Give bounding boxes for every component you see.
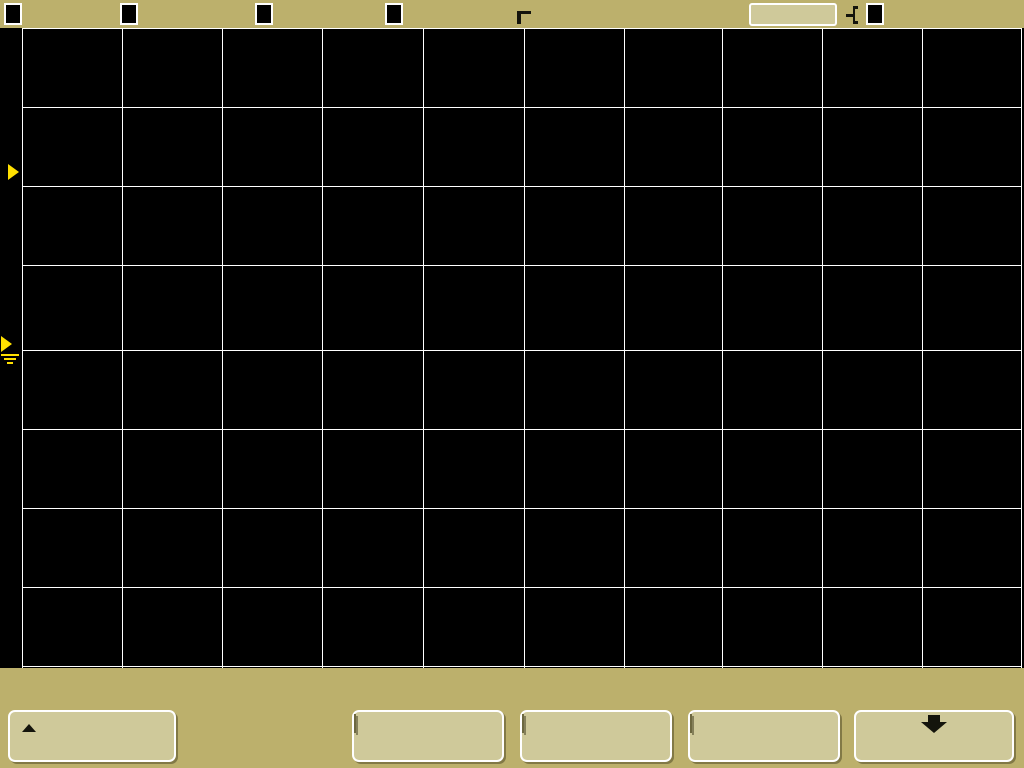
channel-2-badge[interactable]	[120, 3, 138, 25]
rising-edge-icon[interactable]	[845, 6, 859, 24]
softkey-bw-limit[interactable]	[352, 710, 504, 762]
channel-3-badge[interactable]	[255, 3, 273, 25]
softkey-probe[interactable]	[854, 710, 1014, 762]
delay-readout[interactable]	[551, 3, 560, 25]
down-arrow-icon	[919, 715, 949, 733]
trigger-position-icon[interactable]	[515, 10, 533, 26]
top-status-bar	[0, 0, 1024, 28]
softkey-vernier[interactable]	[520, 710, 672, 762]
oscilloscope-screen	[0, 0, 1024, 768]
channel-1-badge[interactable]	[4, 3, 22, 25]
channel-1-ground-marker[interactable]	[0, 336, 19, 364]
ground-symbol-icon	[0, 354, 19, 364]
timebase-readout[interactable]	[655, 3, 664, 25]
softkey-menu-bar	[0, 668, 1024, 768]
graticule[interactable]	[0, 28, 1024, 668]
up-arrow-icon	[22, 724, 36, 732]
invert-checkbox[interactable]	[690, 714, 692, 733]
waveform-trace	[0, 28, 1024, 668]
trigger-status-badge[interactable]	[749, 3, 837, 26]
softkey-coupling[interactable]	[8, 710, 176, 762]
trigger-level-arrow-icon	[8, 164, 19, 180]
bw-limit-checkbox[interactable]	[354, 714, 356, 733]
trigger-level-marker[interactable]	[2, 164, 19, 180]
channel-1-marker-arrow-icon	[1, 336, 12, 352]
channel-4-badge[interactable]	[385, 3, 403, 25]
softkey-invert[interactable]	[688, 710, 840, 762]
vernier-checkbox[interactable]	[522, 714, 524, 733]
trigger-source-badge[interactable]	[866, 3, 884, 25]
